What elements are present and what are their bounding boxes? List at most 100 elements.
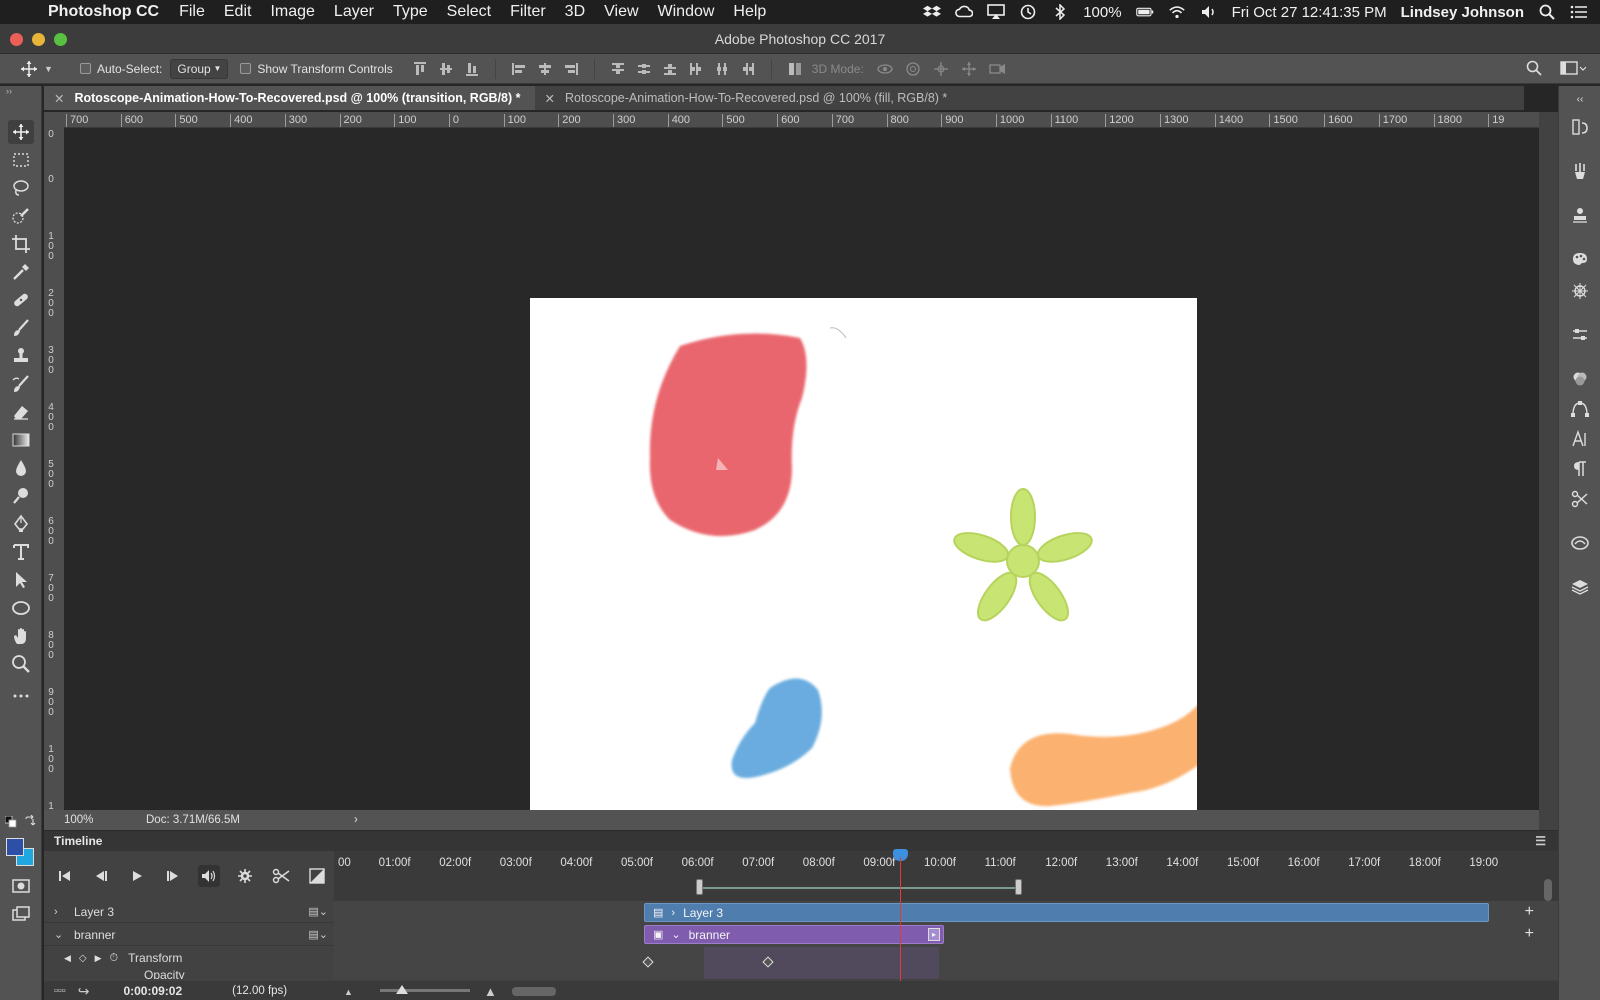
roll-3d-icon[interactable] — [904, 60, 922, 78]
timeline-zoom-slider[interactable] — [380, 989, 470, 992]
film-strip-menu-icon[interactable]: ▤⌄ — [308, 905, 328, 918]
notification-center-icon[interactable] — [1570, 4, 1588, 20]
properties-panel-icon[interactable] — [1569, 324, 1591, 346]
menu-filter[interactable]: Filter — [510, 3, 546, 21]
blur-tool-button[interactable] — [8, 456, 34, 480]
add-media-icon[interactable]: + — [1525, 903, 1534, 921]
menu-layer[interactable]: Layer — [334, 3, 374, 21]
eraser-tool-button[interactable] — [8, 400, 34, 424]
lasso-tool-button[interactable] — [8, 176, 34, 200]
menu-image[interactable]: Image — [270, 3, 314, 21]
volume-icon[interactable] — [1200, 4, 1218, 20]
next-frame-icon[interactable] — [162, 865, 184, 887]
document-workspace[interactable] — [64, 128, 1539, 898]
menubar-user[interactable]: Lindsey Johnson — [1401, 4, 1524, 21]
document-canvas[interactable] — [530, 298, 1197, 898]
spotlight-icon[interactable] — [1538, 4, 1556, 20]
dropbox-icon[interactable] — [923, 4, 942, 20]
battery-icon[interactable] — [1135, 4, 1154, 20]
history-panel-icon[interactable] — [1569, 116, 1591, 138]
window-close-button[interactable] — [10, 33, 23, 46]
align-vertical-center-icon[interactable] — [437, 60, 455, 78]
ellipse-tool-button[interactable] — [8, 596, 34, 620]
auto-select-dropdown[interactable]: Group ▼ — [170, 58, 229, 79]
paragraph-panel-icon[interactable] — [1569, 458, 1591, 480]
vertical-ruler[interactable]: 0 0 100 200 300 400 500 600 700 800 900 100 11 — [44, 128, 64, 810]
search-icon[interactable] — [1526, 60, 1542, 80]
document-tab-transition[interactable]: ✕ Rotoscope-Animation-How-To-Recovered.p… — [44, 86, 535, 110]
close-tab-icon[interactable]: ✕ — [545, 91, 555, 106]
quick-selection-tool-button[interactable] — [8, 204, 34, 228]
zoom-tool-button[interactable] — [8, 652, 34, 676]
menu-type[interactable]: Type — [393, 3, 428, 21]
navigator-panel-icon[interactable] — [1569, 280, 1591, 302]
current-time-readout[interactable]: 0:00:09:02 — [123, 984, 182, 998]
app-menu[interactable]: Photoshop CC — [48, 3, 159, 21]
paths-panel-icon[interactable] — [1569, 398, 1591, 420]
collapse-panels-icon[interactable]: ‹‹ — [1569, 88, 1591, 110]
swap-colors-icon[interactable] — [24, 814, 36, 827]
timeline-scrollbar[interactable] — [1544, 879, 1552, 901]
align-horizontal-center-icon[interactable] — [536, 60, 554, 78]
timeline-layer-row[interactable]: ⌄ branner ▤⌄ — [44, 924, 334, 946]
expand-arrow-icon[interactable]: › — [54, 906, 70, 918]
default-colors-icon[interactable] — [4, 815, 17, 828]
screen-mode-button[interactable] — [8, 902, 34, 926]
add-keyframe-icon[interactable]: ◇ — [79, 953, 87, 964]
timeline-horizontal-scrollbar[interactable] — [512, 987, 556, 996]
timeline-ruler[interactable]: 00 01:00f 02:00f 03:00f 04:00f 05:00f 06:00f 07… — [334, 851, 1558, 901]
document-tab-fill[interactable]: ✕ Rotoscope-Animation-How-To-Recovered.p… — [535, 86, 962, 110]
align-left-icon[interactable] — [510, 60, 528, 78]
tool-preset-picker[interactable]: ▼ — [20, 60, 60, 78]
distribute-horizontal-center-icon[interactable] — [713, 60, 731, 78]
healing-brush-tool-button[interactable] — [8, 288, 34, 312]
menu-3d[interactable]: 3D — [565, 3, 585, 21]
window-minimize-button[interactable] — [32, 33, 45, 46]
status-menu-arrow[interactable]: › — [354, 814, 358, 826]
clone-stamp-tool-button[interactable] — [8, 344, 34, 368]
playback-settings-icon[interactable] — [234, 865, 256, 887]
align-bottom-icon[interactable] — [463, 60, 481, 78]
slide-3d-icon[interactable] — [960, 60, 978, 78]
brush-tool-button[interactable] — [8, 316, 34, 340]
play-icon[interactable] — [126, 865, 148, 887]
work-area-bar[interactable] — [699, 887, 1019, 889]
audio-toggle-icon[interactable] — [198, 865, 220, 887]
go-to-first-frame-icon[interactable] — [54, 865, 76, 887]
work-area-end-handle[interactable] — [1015, 879, 1022, 895]
bluetooth-icon[interactable] — [1051, 4, 1069, 20]
creative-cloud-icon[interactable] — [955, 4, 974, 20]
distribute-top-icon[interactable] — [609, 60, 627, 78]
layer3-video-clip[interactable]: ▤ › Layer 3 — [644, 903, 1489, 922]
history-brush-tool-button[interactable] — [8, 372, 34, 396]
timeline-zoom-thumb[interactable] — [396, 985, 408, 994]
timeline-tracks[interactable]: ▤ › Layer 3 ▣ ⌄ branner ▸ + + — [334, 901, 1558, 979]
distribute-vertical-center-icon[interactable] — [635, 60, 653, 78]
drag-3d-icon[interactable] — [932, 60, 950, 78]
workspace-switcher-icon[interactable] — [1560, 60, 1587, 80]
move-tool-button[interactable] — [8, 120, 34, 144]
show-transform-checkbox[interactable] — [240, 63, 252, 74]
stopwatch-icon[interactable]: ⏱ — [110, 952, 119, 965]
type-tool-button[interactable] — [8, 540, 34, 564]
zoom-in-icon[interactable]: ▲ — [484, 984, 497, 999]
path-selection-tool-button[interactable] — [8, 568, 34, 592]
menu-edit[interactable]: Edit — [224, 3, 252, 21]
work-area-start-handle[interactable] — [696, 879, 703, 895]
menu-view[interactable]: View — [604, 3, 638, 21]
distribute-right-icon[interactable] — [739, 60, 757, 78]
previous-keyframe-icon[interactable]: ◀ — [64, 953, 71, 964]
orbit-3d-icon[interactable] — [876, 60, 894, 78]
render-video-icon[interactable]: ↪ — [78, 983, 90, 1000]
keyframe-marker[interactable] — [642, 956, 654, 968]
airplay-icon[interactable] — [987, 4, 1005, 20]
clip-end-handle-icon[interactable]: ▸ — [928, 928, 940, 941]
menu-help[interactable]: Help — [733, 3, 766, 21]
crop-tool-button[interactable] — [8, 232, 34, 256]
film-strip-menu-icon[interactable]: ▤⌄ — [308, 928, 328, 941]
scale-3d-icon[interactable] — [988, 60, 1006, 78]
collapse-arrow-icon[interactable]: ⌄ — [54, 928, 70, 941]
zoom-level-field[interactable]: 100% — [44, 814, 104, 826]
align-top-icon[interactable] — [411, 60, 429, 78]
align-right-icon[interactable] — [562, 60, 580, 78]
